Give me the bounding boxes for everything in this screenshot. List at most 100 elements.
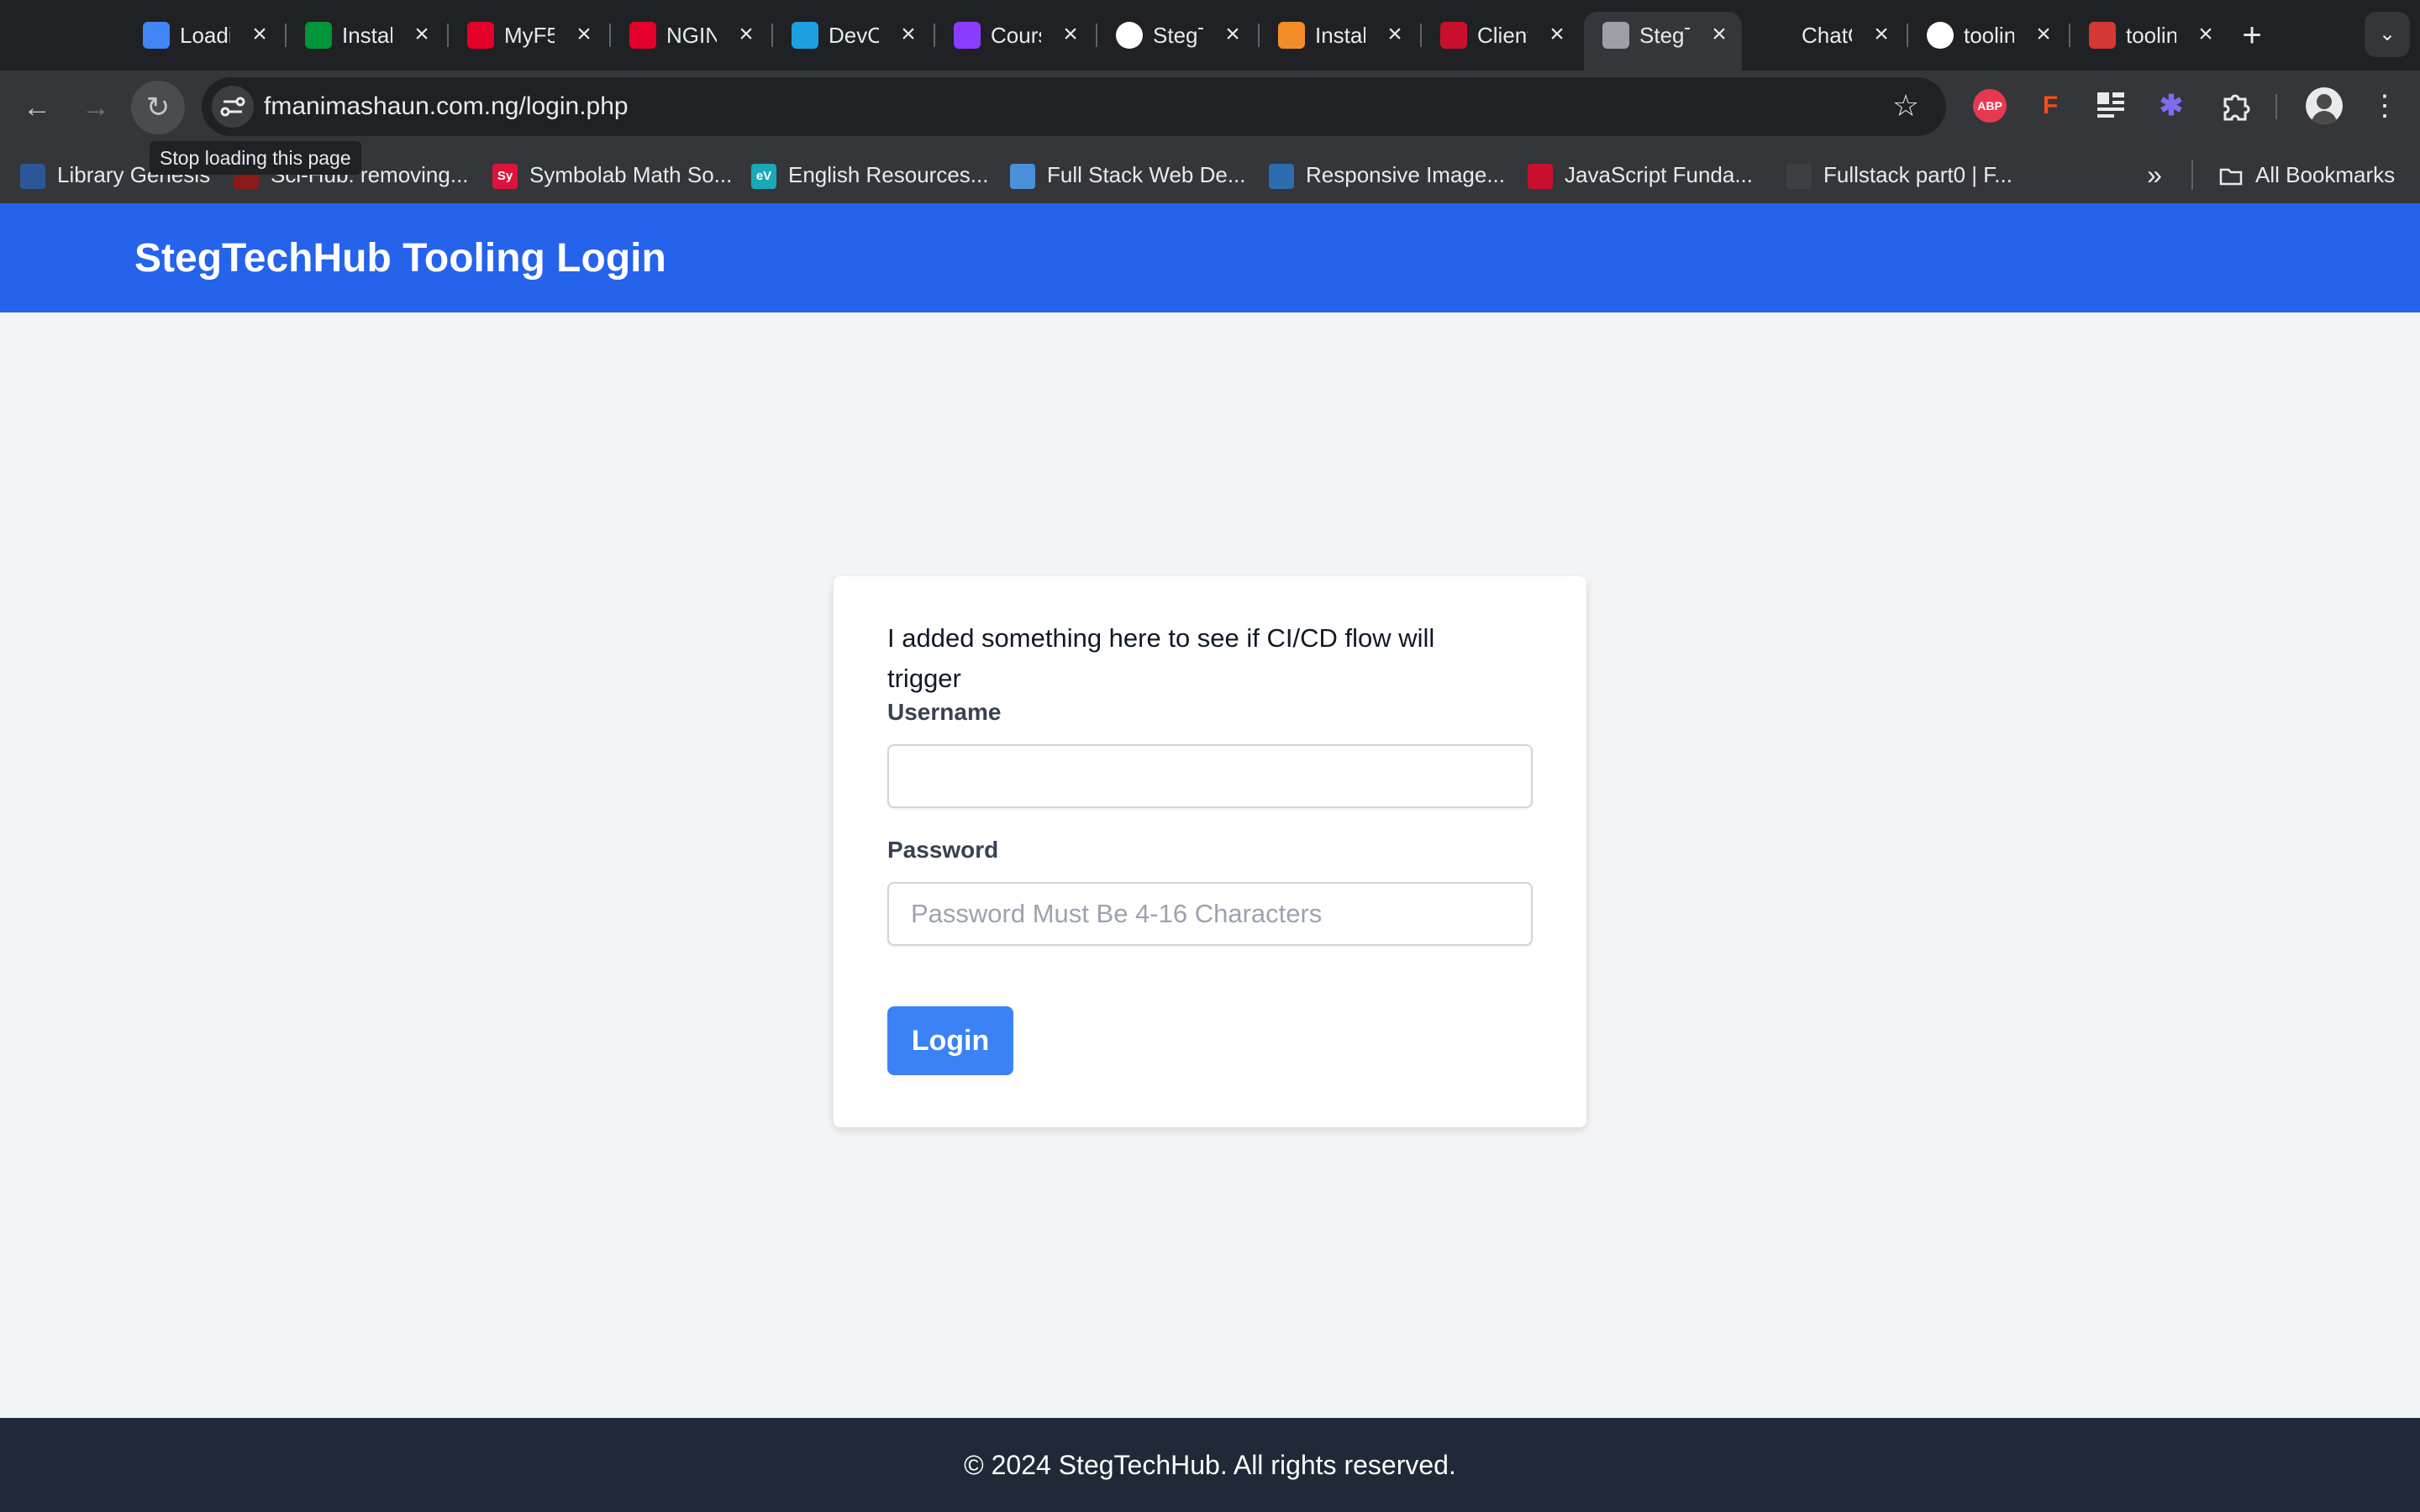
tab-item[interactable]: MyF5 × <box>447 12 607 59</box>
tab-title: StegTechHub <box>1639 23 1690 48</box>
tab-title: DevOps <box>829 23 879 48</box>
tab-item[interactable]: Loading × <box>124 12 282 59</box>
menu-kebab-icon[interactable]: ⋮ <box>2368 87 2402 124</box>
bookmark-item[interactable]: JavaScript Funda... <box>1528 158 1753 192</box>
tab-item[interactable]: Client × <box>1420 12 1580 59</box>
tab-close-icon[interactable]: × <box>245 20 274 49</box>
tab-separator <box>1096 24 1097 47</box>
tab-close-icon[interactable]: × <box>1381 20 1409 49</box>
tab-title: Install <box>342 23 392 48</box>
fullstack-part-icon <box>1786 164 1812 190</box>
login-card: I added something here to see if CI/CD f… <box>834 576 1586 1127</box>
tab-close-icon[interactable]: × <box>408 20 436 49</box>
tab-close-icon[interactable]: × <box>1705 20 1733 49</box>
extensions-puzzle-icon[interactable] <box>2217 87 2254 124</box>
toolbar-divider <box>2275 94 2277 119</box>
adblock-icon[interactable]: ABP <box>1973 89 2007 123</box>
tab-item[interactable]: StegTechHub × <box>1584 12 1742 71</box>
back-arrow-icon[interactable]: ← <box>10 81 64 134</box>
tab-separator <box>285 24 287 47</box>
tab-close-icon[interactable]: × <box>894 20 923 49</box>
tab-separator <box>609 24 611 47</box>
page-footer: © 2024 StegTechHub. All rights reserved. <box>0 1418 2420 1512</box>
bookmark-icon-text: eV <box>755 169 772 184</box>
course-u-icon <box>954 22 981 49</box>
book-icon <box>20 164 45 190</box>
tab-separator <box>934 24 935 47</box>
fullstack-icon <box>1010 164 1035 190</box>
openai-icon <box>1765 22 1791 49</box>
asterisk-extension-icon[interactable]: ✱ <box>2154 89 2188 123</box>
tab-title: Loading <box>180 23 230 48</box>
extension-label: ✱ <box>2159 90 2184 122</box>
github-icon <box>1116 22 1143 49</box>
f5-icon <box>467 22 494 49</box>
copyright-text: © 2024 StegTechHub. All rights reserved. <box>964 1450 1456 1480</box>
tab-separator <box>2069 24 2070 47</box>
tab-item[interactable]: StegTechHub × <box>1096 12 1255 59</box>
tab-item[interactable]: Install × <box>1258 12 1418 59</box>
figma-icon[interactable]: F <box>2033 89 2067 123</box>
crown-icon <box>1440 22 1467 49</box>
loading-app-icon <box>143 22 170 49</box>
tab-close-icon[interactable]: × <box>732 20 760 49</box>
bookmark-item[interactable]: Sy Symbolab Math So... <box>492 158 732 192</box>
tab-title: NGINX <box>666 23 717 48</box>
tab-item[interactable]: tooling × <box>1907 12 2066 59</box>
folder-icon <box>2218 164 2244 189</box>
tab-title: StegTechHub <box>1153 23 1203 48</box>
tab-separator <box>771 24 773 47</box>
tab-close-icon[interactable]: × <box>570 20 598 49</box>
bookmarks-overflow-icon[interactable]: » <box>2138 158 2171 192</box>
site-info-icon[interactable] <box>212 86 254 128</box>
install-icon <box>1278 22 1305 49</box>
username-input[interactable] <box>887 744 1533 808</box>
page-header: StegTechHub Tooling Login <box>0 203 2420 312</box>
extension-label: ABP <box>1977 99 2002 113</box>
tab-close-icon[interactable]: × <box>2029 20 2058 49</box>
bookmark-item[interactable]: eV English Resources... <box>751 158 988 192</box>
bookmark-label: Symbolab Math So... <box>529 162 733 187</box>
extension-label: F <box>2042 92 2059 119</box>
tab-item[interactable]: DevOps × <box>771 12 931 59</box>
tab-title: tooling <box>2126 23 2176 48</box>
js-icon <box>1528 164 1553 190</box>
tab-item[interactable]: NGINX × <box>609 12 769 59</box>
login-button[interactable]: Login <box>887 1006 1013 1075</box>
tab-close-icon[interactable]: × <box>1218 20 1247 49</box>
tab-title: Course <box>991 23 1041 48</box>
tab-item[interactable]: Course × <box>934 12 1093 59</box>
bookmark-label: JavaScript Funda... <box>1565 162 1753 187</box>
bookmark-label: Full Stack Web De... <box>1047 162 1246 187</box>
password-label: Password <box>887 837 999 863</box>
forward-arrow-icon[interactable]: → <box>69 81 123 134</box>
bookmark-star-icon[interactable]: ☆ <box>1887 87 1924 124</box>
bookmark-item[interactable]: Full Stack Web De... <box>1010 158 1246 192</box>
bookmark-label: Responsive Image... <box>1306 162 1506 187</box>
tab-item[interactable]: Install × <box>285 12 445 59</box>
page-title: StegTechHub Tooling Login <box>134 236 666 281</box>
grid-extension-icon[interactable] <box>2094 89 2128 123</box>
bookmark-item[interactable]: Fullstack part0 | F... <box>1786 158 2012 192</box>
tab-separator <box>1907 24 1908 47</box>
all-bookmarks-folder[interactable]: All Bookmarks <box>2218 158 2395 192</box>
tab-separator <box>1420 24 1422 47</box>
tab-close-icon[interactable]: × <box>1543 20 1571 49</box>
symbolab-icon: Sy <box>492 164 518 190</box>
tab-title: MyF5 <box>504 23 555 48</box>
tab-close-icon[interactable]: × <box>1056 20 1085 49</box>
tab-close-icon[interactable]: × <box>1867 20 1896 49</box>
tab-item[interactable]: tooling × <box>2069 12 2228 59</box>
new-tab-button[interactable]: + <box>2230 13 2274 57</box>
password-input[interactable] <box>887 882 1533 946</box>
tab-item[interactable]: ChatGPT × <box>1746 12 1904 59</box>
responsive-icon <box>1269 164 1294 190</box>
username-label: Username <box>887 699 1002 725</box>
reload-icon[interactable]: ↻ <box>131 81 185 134</box>
url-text[interactable]: fmanimashaun.com.ng/login.php <box>264 87 629 126</box>
profile-avatar[interactable] <box>2306 87 2343 124</box>
bookmark-item[interactable]: Responsive Image... <box>1269 158 1505 192</box>
tab-close-icon[interactable]: × <box>2191 20 2220 49</box>
nginx-n-icon <box>305 22 332 49</box>
tab-search-button[interactable]: ⌄ <box>2365 12 2410 57</box>
